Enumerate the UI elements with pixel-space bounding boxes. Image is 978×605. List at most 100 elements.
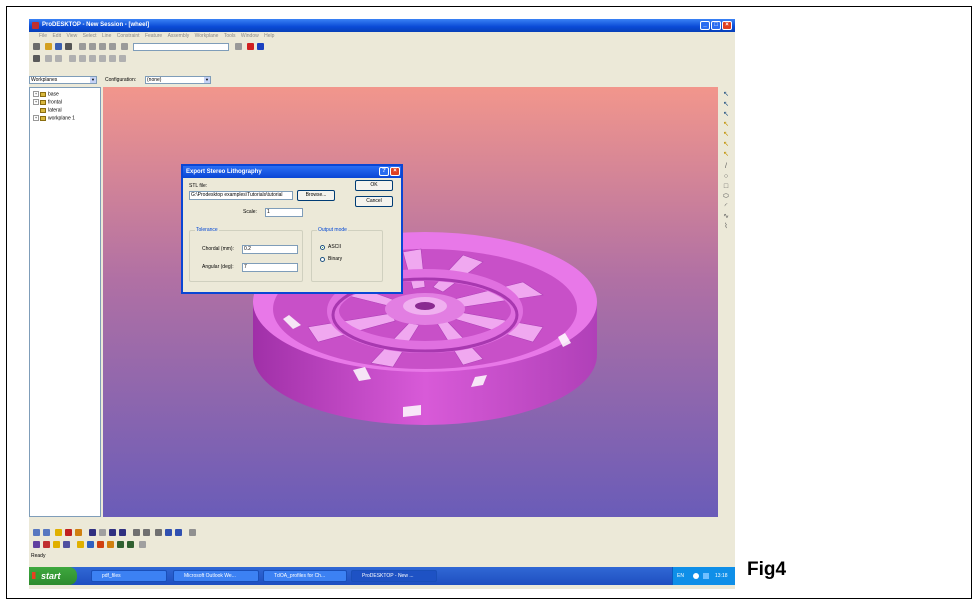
close-button[interactable]: × <box>722 21 732 30</box>
angular-field[interactable]: 7 <box>242 263 298 272</box>
cut-icon[interactable] <box>79 43 86 50</box>
material-icon[interactable] <box>75 529 82 536</box>
ok-button[interactable]: OK <box>355 180 393 191</box>
delete-icon[interactable] <box>109 43 116 50</box>
menu-edit[interactable]: Edit <box>52 32 61 41</box>
spline-icon[interactable]: ∿ <box>722 213 730 221</box>
open-icon[interactable] <box>45 43 52 50</box>
ascii-radio[interactable] <box>320 245 325 250</box>
hole-icon[interactable] <box>107 541 114 548</box>
paste-icon[interactable] <box>99 43 106 50</box>
expand-icon[interactable]: + <box>33 91 39 97</box>
tree-item-workplane-1[interactable]: + workplane 1 <box>33 115 75 122</box>
zoom-tool-icon[interactable] <box>119 55 126 62</box>
select-part-icon[interactable]: ↖ <box>722 121 730 129</box>
color-icon[interactable] <box>65 529 72 536</box>
dimension-tool-icon[interactable] <box>89 55 96 62</box>
workplanes-dropdown[interactable]: Workplanes ▼ <box>29 76 97 84</box>
help-icon[interactable] <box>247 43 254 50</box>
polyline-icon[interactable]: ⌇ <box>722 223 730 231</box>
menu-workplane[interactable]: Workplane <box>195 32 219 41</box>
revolve-icon[interactable] <box>43 541 50 548</box>
copy-icon[interactable] <box>89 43 96 50</box>
settings-icon[interactable] <box>189 529 196 536</box>
circle-tool-icon[interactable] <box>69 55 76 62</box>
select-feature-icon[interactable]: ↖ <box>722 111 730 119</box>
rectangle-icon[interactable]: □ <box>722 183 730 191</box>
chamfer-icon[interactable] <box>87 541 94 548</box>
fillet-icon[interactable] <box>77 541 84 548</box>
dialog-help-button[interactable]: ? <box>379 167 389 176</box>
menu-file[interactable]: File <box>39 32 47 41</box>
browse-button[interactable]: Browse... <box>297 190 335 201</box>
zoom-fit-icon[interactable] <box>89 529 96 536</box>
maximize-button[interactable]: □ <box>711 21 721 30</box>
expand-icon[interactable]: + <box>33 99 39 105</box>
shell-icon[interactable] <box>97 541 104 548</box>
configuration-dropdown[interactable]: (none) ▼ <box>145 76 211 84</box>
light-icon[interactable] <box>55 529 62 536</box>
arc-icon[interactable]: ◜ <box>722 203 730 211</box>
mirror-icon[interactable] <box>127 541 134 548</box>
minimize-button[interactable]: _ <box>700 21 710 30</box>
menu-view[interactable]: View <box>66 32 77 41</box>
context-help-icon[interactable] <box>257 43 264 50</box>
menu-constraint[interactable]: Constraint <box>117 32 140 41</box>
rotate-icon[interactable] <box>33 55 40 62</box>
pattern-icon[interactable] <box>117 541 124 548</box>
pan-icon[interactable] <box>133 529 140 536</box>
select-face-icon[interactable]: ↖ <box>722 101 730 109</box>
chordal-field[interactable]: 0.2 <box>242 245 298 254</box>
new-icon[interactable] <box>33 43 40 50</box>
rectangle-tool-icon[interactable] <box>79 55 86 62</box>
view-wire-icon[interactable] <box>43 529 50 536</box>
save-icon[interactable] <box>55 43 62 50</box>
tray-language[interactable]: EN <box>677 567 684 585</box>
extrude-icon[interactable] <box>33 541 40 548</box>
menu-select[interactable]: Select <box>83 32 97 41</box>
3d-viewport[interactable]: Export Stereo Lithography ? × STL file: … <box>103 87 718 517</box>
tree-item-frontal[interactable]: + frontal <box>33 99 62 106</box>
circle-icon[interactable]: ○ <box>722 173 730 181</box>
select-workplane-icon[interactable]: ↖ <box>722 131 730 139</box>
constraint-tool-icon[interactable] <box>99 55 106 62</box>
menu-assembly[interactable]: Assembly <box>168 32 190 41</box>
menu-tools[interactable]: Tools <box>224 32 236 41</box>
cancel-button[interactable]: Cancel <box>355 196 393 207</box>
loft-icon[interactable] <box>63 541 70 548</box>
rotate-view-icon[interactable] <box>155 529 162 536</box>
pen-tool-icon[interactable] <box>109 55 116 62</box>
select-sketch-icon[interactable]: ↖ <box>722 141 730 149</box>
start-button[interactable]: start <box>29 567 77 585</box>
ellipse-icon[interactable]: ⬭ <box>722 193 730 201</box>
select-constraint-icon[interactable]: ↖ <box>722 151 730 159</box>
select-edge-icon[interactable]: ↖ <box>722 91 730 99</box>
line-tool-icon[interactable] <box>45 55 52 62</box>
previous-view-icon[interactable] <box>143 529 150 536</box>
arc-tool-icon[interactable] <box>55 55 62 62</box>
back-icon[interactable] <box>165 529 172 536</box>
binary-radio[interactable] <box>320 257 325 262</box>
line-icon[interactable]: / <box>722 163 730 171</box>
forward-icon[interactable] <box>175 529 182 536</box>
menu-feature[interactable]: Feature <box>145 32 162 41</box>
view-shaded-icon[interactable] <box>33 529 40 536</box>
toolbar-combo[interactable] <box>133 43 229 51</box>
stl-file-field[interactable]: G:\Prodesktop examples\Tutorials\tutoria… <box>189 191 293 200</box>
taskbar-item-outlook[interactable]: Microsoft Outlook We... <box>173 570 259 582</box>
zoom-in-icon[interactable] <box>109 529 116 536</box>
print-icon[interactable] <box>65 43 72 50</box>
zoom-out-icon[interactable] <box>119 529 126 536</box>
taskbar-item-pdf-files[interactable]: pdf_files <box>91 570 167 582</box>
scale-field[interactable]: 1 <box>265 208 303 217</box>
undo-icon[interactable] <box>121 43 128 50</box>
drawing-icon[interactable] <box>139 541 146 548</box>
zoom-window-icon[interactable] <box>99 529 106 536</box>
taskbar-item-prodesktop[interactable]: ProDESKTOP - New ... <box>351 570 437 582</box>
menu-window[interactable]: Window <box>241 32 259 41</box>
tree-item-lateral[interactable]: +lateral <box>33 107 62 114</box>
taskbar-item-profiles[interactable]: TdOA_profiles for Ch... <box>263 570 347 582</box>
menu-help[interactable]: Help <box>264 32 274 41</box>
tree-item-base[interactable]: + base <box>33 91 59 98</box>
expand-icon[interactable]: + <box>33 115 39 121</box>
